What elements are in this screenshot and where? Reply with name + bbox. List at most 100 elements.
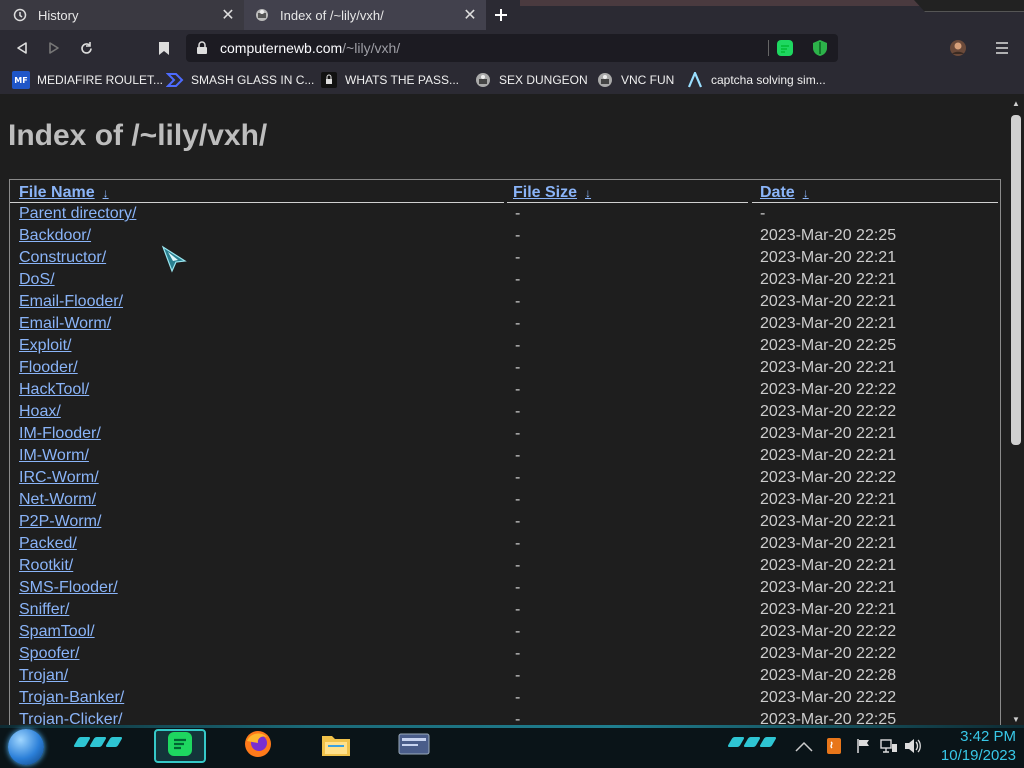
- reload-button[interactable]: [74, 36, 98, 60]
- table-row: IRC-Worm/ - 2023-Mar-20 22:22: [10, 469, 1000, 491]
- directory-link[interactable]: IM-Worm/: [19, 447, 89, 465]
- directory-link[interactable]: Sniffer/: [19, 601, 69, 619]
- directory-link[interactable]: Rootkit/: [19, 557, 73, 575]
- modified-date: 2023-Mar-20 22:21: [760, 425, 897, 442]
- close-tab-icon[interactable]: ✕: [220, 7, 236, 24]
- taskbar-file-explorer[interactable]: [310, 729, 362, 763]
- account-avatar[interactable]: [946, 36, 970, 60]
- directory-link[interactable]: Constructor/: [19, 249, 106, 267]
- vnc-icon: [596, 71, 614, 89]
- mouse-cursor-icon: [160, 244, 190, 274]
- directory-link[interactable]: Backdoor/: [19, 227, 91, 245]
- extension-shield-icon[interactable]: [812, 39, 828, 62]
- new-tab-button[interactable]: [490, 4, 512, 26]
- file-size: -: [515, 315, 521, 332]
- modified-date: 2023-Mar-20 22:21: [760, 579, 897, 596]
- file-size: -: [515, 579, 521, 596]
- directory-link[interactable]: SMS-Flooder/: [19, 579, 118, 597]
- table-row: HackTool/ - 2023-Mar-20 22:22: [10, 381, 1000, 403]
- directory-link[interactable]: Parent directory/: [19, 205, 136, 223]
- network-icon[interactable]: [880, 737, 898, 755]
- smash-icon: [166, 71, 184, 89]
- directory-link[interactable]: Packed/: [19, 535, 77, 553]
- file-size: -: [515, 227, 521, 244]
- column-header-date[interactable]: Date ↓: [760, 184, 809, 202]
- directory-link[interactable]: DoS/: [19, 271, 55, 289]
- directory-link[interactable]: Net-Worm/: [19, 491, 96, 509]
- tab-title: History: [38, 7, 79, 23]
- directory-link[interactable]: P2P-Worm/: [19, 513, 101, 531]
- bookmark-mediafire[interactable]: MF MEDIAFIRE ROULET...: [12, 70, 163, 90]
- forward-button[interactable]: [42, 36, 66, 60]
- close-tab-icon[interactable]: ✕: [462, 7, 478, 24]
- bookmark-whats-the-pass[interactable]: WHATS THE PASS...: [320, 70, 459, 90]
- back-button[interactable]: [10, 36, 34, 60]
- file-size: -: [515, 425, 521, 442]
- sort-arrow-icon: ↓: [802, 186, 809, 200]
- page-scrollbar[interactable]: ▲ ▼: [1008, 97, 1024, 725]
- tray-expand-icon[interactable]: [794, 737, 814, 755]
- url-bar[interactable]: computernewb.com/~lily/vxh/: [186, 34, 838, 62]
- modified-date: 2023-Mar-20 22:21: [760, 601, 897, 618]
- scroll-up-arrow-icon[interactable]: ▲: [1012, 99, 1020, 108]
- menu-icon[interactable]: [990, 36, 1014, 60]
- bookmark-page-button[interactable]: [152, 36, 176, 60]
- directory-link[interactable]: Trojan-Banker/: [19, 689, 124, 707]
- scroll-thumb[interactable]: [1011, 115, 1021, 445]
- modified-date: 2023-Mar-20 22:25: [760, 711, 897, 725]
- bookmark-vnc-fun[interactable]: VNC FUN: [596, 70, 674, 90]
- flag-icon[interactable]: [856, 737, 872, 755]
- directory-link[interactable]: IRC-Worm/: [19, 469, 99, 487]
- file-size: -: [515, 447, 521, 464]
- directory-link[interactable]: Trojan-Clicker/: [19, 711, 122, 725]
- url-text: computernewb.com/~lily/vxh/: [220, 40, 400, 56]
- sort-arrow-icon: ↓: [102, 186, 109, 200]
- directory-link[interactable]: SpamTool/: [19, 623, 95, 641]
- file-size: -: [515, 689, 521, 706]
- directory-link[interactable]: Hoax/: [19, 403, 61, 421]
- bookmark-label: MEDIAFIRE ROULET...: [37, 73, 164, 87]
- volume-icon[interactable]: [904, 737, 922, 755]
- modified-date: 2023-Mar-20 22:22: [760, 469, 897, 486]
- bookmark-sex-dungeon[interactable]: SEX DUNGEON: [474, 70, 588, 90]
- taskbar: 3:42 PM 10/19/2023: [0, 725, 1024, 768]
- modified-date: -: [760, 205, 766, 222]
- scroll-down-arrow-icon[interactable]: ▼: [1012, 715, 1020, 724]
- modified-date: 2023-Mar-20 22:21: [760, 359, 897, 376]
- java-icon[interactable]: [826, 737, 842, 755]
- tab-history[interactable]: History ✕: [0, 0, 244, 30]
- table-row: Email-Flooder/ - 2023-Mar-20 22:21: [10, 293, 1000, 315]
- table-row: SMS-Flooder/ - 2023-Mar-20 22:21: [10, 579, 1000, 601]
- directory-link[interactable]: Trojan/: [19, 667, 68, 685]
- column-header-file-name[interactable]: File Name ↓: [19, 184, 109, 202]
- directory-link[interactable]: IM-Flooder/: [19, 425, 101, 443]
- start-button[interactable]: [8, 729, 44, 765]
- directory-link[interactable]: HackTool/: [19, 381, 89, 399]
- file-size: -: [515, 249, 521, 266]
- file-size: -: [515, 535, 521, 552]
- modified-date: 2023-Mar-20 22:21: [760, 249, 897, 266]
- svg-text:MF: MF: [14, 76, 27, 85]
- directory-link[interactable]: Flooder/: [19, 359, 78, 377]
- table-row: SpamTool/ - 2023-Mar-20 22:22: [10, 623, 1000, 645]
- taskbar-spotify[interactable]: [154, 729, 206, 763]
- taskbar-decoration: [73, 737, 123, 751]
- extension-spotify-icon[interactable]: [776, 39, 794, 62]
- table-row: P2P-Worm/ - 2023-Mar-20 22:21: [10, 513, 1000, 535]
- directory-link[interactable]: Spoofer/: [19, 645, 79, 663]
- bookmark-smash-glass[interactable]: SMASH GLASS IN C...: [166, 70, 314, 90]
- system-clock[interactable]: 3:42 PM 10/19/2023: [941, 727, 1016, 765]
- taskbar-firefox[interactable]: [232, 729, 284, 763]
- bookmark-captcha[interactable]: captcha solving sim...: [686, 70, 826, 90]
- file-explorer-icon: [320, 730, 352, 763]
- file-size: -: [515, 469, 521, 486]
- modified-date: 2023-Mar-20 22:21: [760, 315, 897, 332]
- taskbar-window[interactable]: [388, 729, 440, 763]
- directory-link[interactable]: Email-Flooder/: [19, 293, 123, 311]
- table-row: DoS/ - 2023-Mar-20 22:21: [10, 271, 1000, 293]
- tab-index[interactable]: Index of /~lily/vxh/ ✕: [244, 0, 486, 30]
- modified-date: 2023-Mar-20 22:25: [760, 337, 897, 354]
- directory-link[interactable]: Exploit/: [19, 337, 71, 355]
- directory-link[interactable]: Email-Worm/: [19, 315, 111, 333]
- column-header-file-size[interactable]: File Size ↓: [513, 184, 591, 202]
